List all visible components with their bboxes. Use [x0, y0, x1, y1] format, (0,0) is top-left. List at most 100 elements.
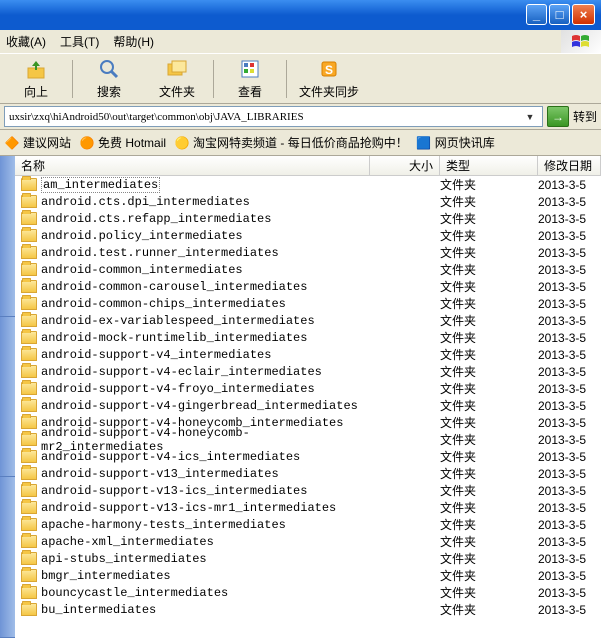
maximize-button[interactable]: □ [549, 4, 570, 25]
table-row[interactable]: android-support-v13-ics_intermediates文件夹… [15, 482, 601, 499]
row-name: am_intermediates [41, 177, 160, 193]
sync-button[interactable]: S 文件夹同步 [289, 56, 369, 102]
explorer-window: _ □ × 收藏(A) 工具(T) 帮助(H) 向上 搜索 文件夹 查看 [0, 0, 601, 638]
table-row[interactable]: android-ex-variablespeed_intermediates文件… [15, 312, 601, 329]
table-row[interactable]: bu_intermediates文件夹2013-3-5 [15, 601, 601, 618]
folder-icon [21, 450, 37, 463]
table-row[interactable]: android-support-v4_intermediates文件夹2013-… [15, 346, 601, 363]
row-date: 2013-3-5 [538, 314, 601, 328]
row-type: 文件夹 [440, 533, 538, 550]
header-date[interactable]: 修改日期 [538, 156, 601, 175]
windows-logo-icon [561, 30, 601, 54]
row-date: 2013-3-5 [538, 246, 601, 260]
close-button[interactable]: × [572, 4, 595, 25]
row-type: 文件夹 [440, 176, 538, 193]
row-type: 文件夹 [440, 584, 538, 601]
link-suggest[interactable]: 🔶 建议网站 [4, 134, 71, 151]
row-type: 文件夹 [440, 516, 538, 533]
row-date: 2013-3-5 [538, 518, 601, 532]
table-row[interactable]: android-support-v13_intermediates文件夹2013… [15, 465, 601, 482]
folder-icon [21, 433, 37, 446]
table-row[interactable]: android-support-v4-honeycomb-mr2_interme… [15, 431, 601, 448]
table-row[interactable]: apache-harmony-tests_intermediates文件夹201… [15, 516, 601, 533]
table-row[interactable]: android-mock-runtimelib_intermediates文件夹… [15, 329, 601, 346]
row-type: 文件夹 [440, 227, 538, 244]
row-name: android-support-v4-eclair_intermediates [41, 365, 322, 379]
row-name: android-support-v4-gingerbread_intermedi… [41, 399, 358, 413]
titlebar[interactable]: _ □ × [0, 0, 601, 30]
up-button[interactable]: 向上 [2, 56, 70, 102]
table-row[interactable]: android-common-carousel_intermediates文件夹… [15, 278, 601, 295]
header-name[interactable]: 名称 [15, 156, 370, 175]
table-row[interactable]: android.cts.dpi_intermediates文件夹2013-3-5 [15, 193, 601, 210]
view-icon [238, 57, 262, 81]
row-name: api-stubs_intermediates [41, 552, 207, 566]
go-button[interactable]: → [547, 106, 569, 127]
address-bar: uxsir\zxq\hiAndroid50\out\target\common\… [0, 104, 601, 130]
minimize-button[interactable]: _ [526, 4, 547, 25]
row-name: android-support-v13-ics-mr1_intermediate… [41, 501, 336, 515]
table-row[interactable]: android-common-chips_intermediates文件夹201… [15, 295, 601, 312]
address-input[interactable]: uxsir\zxq\hiAndroid50\out\target\common\… [4, 106, 543, 127]
row-date: 2013-3-5 [538, 416, 601, 430]
address-dropdown-icon[interactable]: ▼ [522, 112, 538, 122]
search-button[interactable]: 搜索 [75, 56, 143, 102]
table-row[interactable]: android-support-v4-eclair_intermediates 文… [15, 363, 601, 380]
folder-icon [21, 348, 37, 361]
go-arrow-icon: → [552, 110, 564, 124]
row-date: 2013-3-5 [538, 450, 601, 464]
table-row[interactable]: am_intermediates文件夹2013-3-5 [15, 176, 601, 193]
link-hotmail[interactable]: 🟠 免费 Hotmail [79, 134, 166, 151]
link-quick[interactable]: 🟦 网页快讯库 [416, 134, 495, 151]
link-taobao[interactable]: 🟡 淘宝网特卖频道 - 每日低价商品抢购中！ [174, 134, 408, 151]
row-name: android-support-v4_intermediates [41, 348, 271, 362]
table-row[interactable]: android-support-v4-ics_intermediates文件夹2… [15, 448, 601, 465]
table-row[interactable]: bouncycastle_intermediates文件夹2013-3-5 [15, 584, 601, 601]
menu-help[interactable]: 帮助(H) [113, 33, 154, 50]
row-date: 2013-3-5 [538, 586, 601, 600]
header-size[interactable]: 大小 [370, 156, 440, 175]
row-type: 文件夹 [440, 465, 538, 482]
separator [286, 60, 287, 98]
row-date: 2013-3-5 [538, 365, 601, 379]
toolbar: 向上 搜索 文件夹 查看 S 文件夹同步 [0, 54, 601, 104]
separator [72, 60, 73, 98]
row-type: 文件夹 [440, 363, 538, 380]
row-date: 2013-3-5 [538, 382, 601, 396]
folder-icon [21, 382, 37, 395]
sidebar-panel[interactable] [0, 156, 15, 638]
row-name: android-support-v13_intermediates [41, 467, 279, 481]
row-type: 文件夹 [440, 312, 538, 329]
menu-favorites[interactable]: 收藏(A) [6, 33, 46, 50]
content-area: 名称 大小 类型 修改日期 am_intermediates文件夹2013-3-… [0, 156, 601, 638]
table-row[interactable]: android-common_intermediates文件夹2013-3-5 [15, 261, 601, 278]
menu-tools[interactable]: 工具(T) [60, 33, 99, 50]
row-name: bmgr_intermediates [41, 569, 171, 583]
folder-icon [21, 365, 37, 378]
table-row[interactable]: api-stubs_intermediates文件夹2013-3-5 [15, 550, 601, 567]
quick-icon: 🟦 [416, 135, 432, 151]
row-date: 2013-3-5 [538, 399, 601, 413]
folder-icon [21, 331, 37, 344]
table-row[interactable]: android-support-v4-gingerbread_intermedi… [15, 397, 601, 414]
table-row[interactable]: android.policy_intermediates文件夹2013-3-5 [15, 227, 601, 244]
row-type: 文件夹 [440, 567, 538, 584]
row-type: 文件夹 [440, 244, 538, 261]
table-row[interactable]: apache-xml_intermediates文件夹2013-3-5 [15, 533, 601, 550]
table-row[interactable]: bmgr_intermediates 文件夹2013-3-5 [15, 567, 601, 584]
header-type[interactable]: 类型 [440, 156, 538, 175]
row-type: 文件夹 [440, 414, 538, 431]
view-button[interactable]: 查看 [216, 56, 284, 102]
folders-button[interactable]: 文件夹 [143, 56, 211, 102]
row-type: 文件夹 [440, 482, 538, 499]
row-date: 2013-3-5 [538, 569, 601, 583]
table-row[interactable]: android-support-v13-ics-mr1_intermediate… [15, 499, 601, 516]
row-date: 2013-3-5 [538, 212, 601, 226]
table-row[interactable]: android.test.runner_intermediates文件夹2013… [15, 244, 601, 261]
table-row[interactable]: android-support-v4-froyo_intermediates文件… [15, 380, 601, 397]
row-type: 文件夹 [440, 261, 538, 278]
table-row[interactable]: android.cts.refapp_intermediates文件夹2013-… [15, 210, 601, 227]
row-name: android-common-carousel_intermediates [41, 280, 307, 294]
row-date: 2013-3-5 [538, 263, 601, 277]
folder-icon [21, 178, 37, 191]
